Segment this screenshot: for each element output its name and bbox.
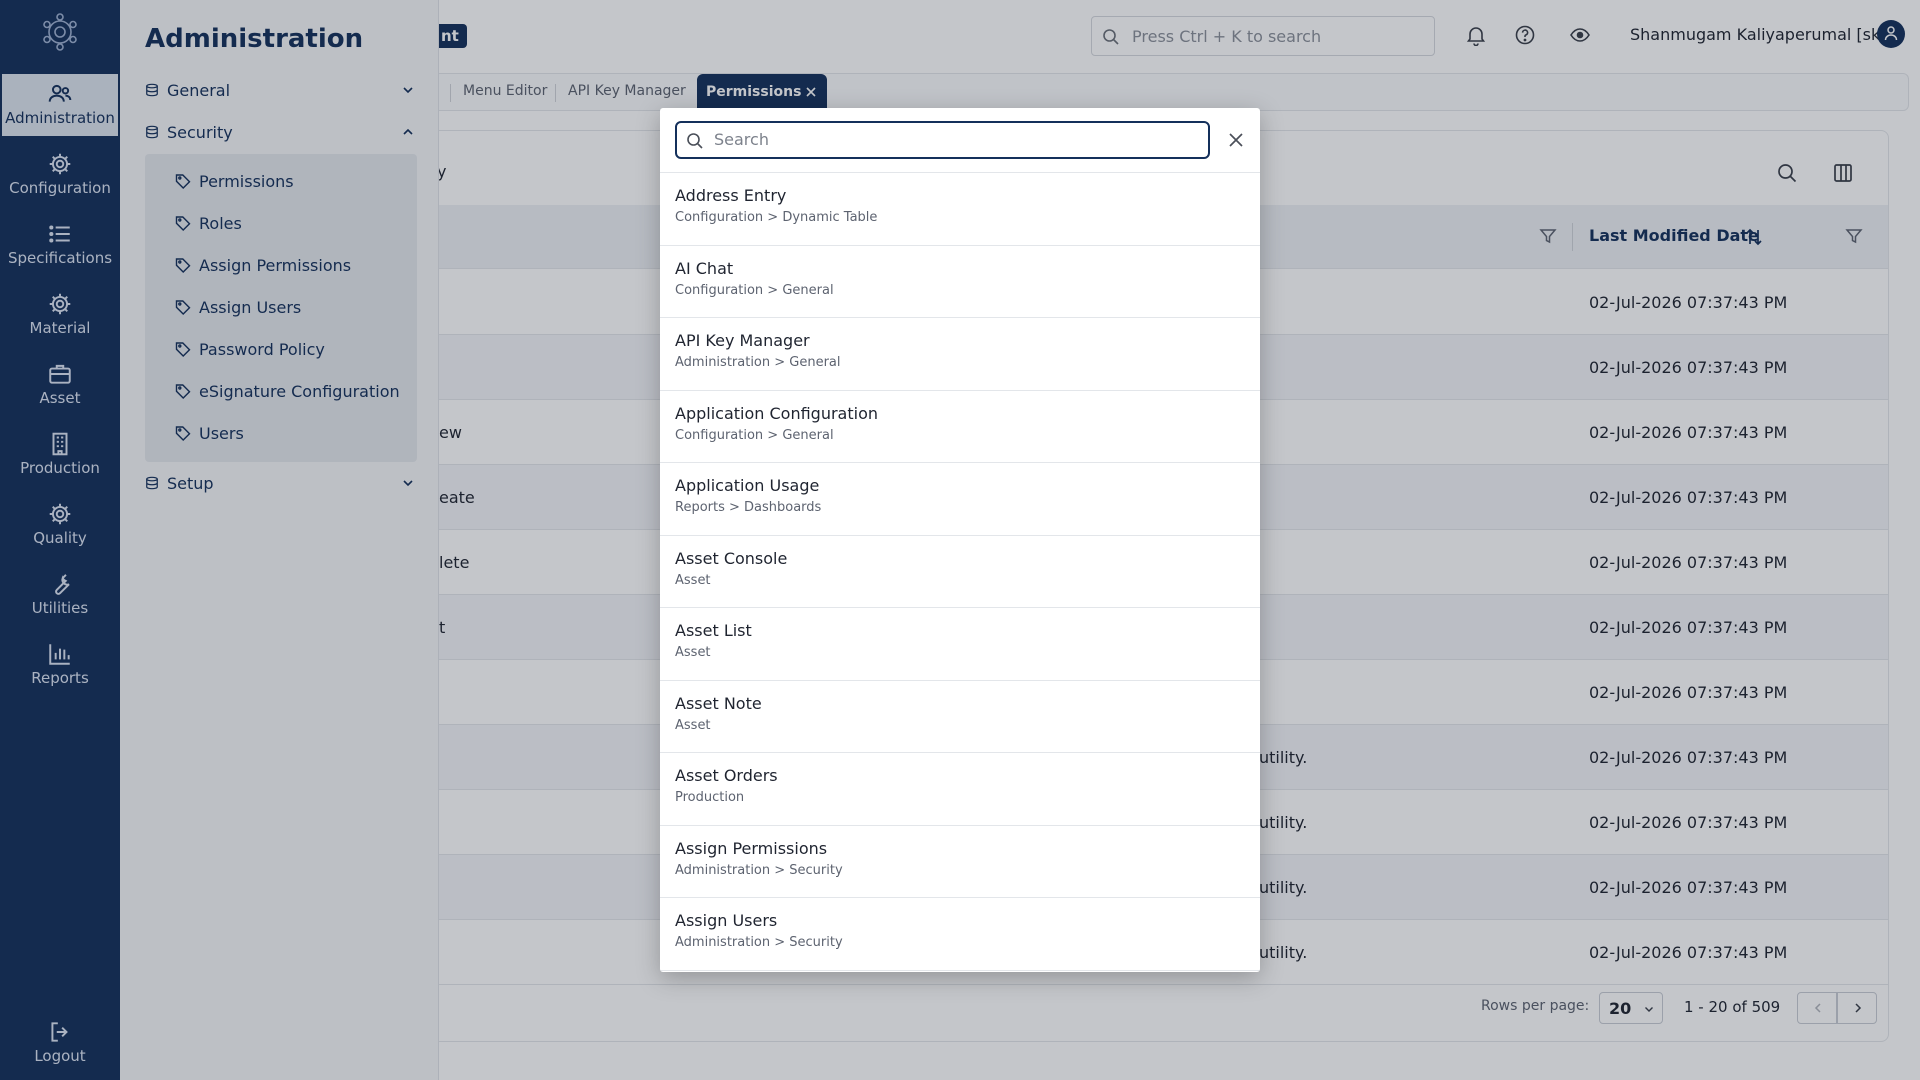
search-results-list: Address Entry Configuration > Dynamic Tab… (660, 172, 1260, 972)
result-path: Asset (675, 572, 711, 588)
search-result-item[interactable]: API Key Manager Administration > General (660, 317, 1260, 390)
search-result-item[interactable]: Asset Console Asset (660, 534, 1260, 608)
search-result-item[interactable]: Asset Orders Production (660, 752, 1260, 825)
result-path: Production (675, 790, 745, 805)
result-path: Administration > General (675, 355, 841, 370)
result-title: Assign Permissions (675, 838, 828, 858)
result-path: Administration > Security (675, 862, 843, 878)
result-title: Asset List (675, 621, 752, 640)
search-result-item[interactable]: AI Chat Configuration > General (660, 244, 1260, 318)
result-title: Asset Note (675, 693, 762, 713)
result-title: Assign Users (675, 911, 778, 930)
search-result-item[interactable]: Asset Note Asset (660, 679, 1260, 753)
search-result-item[interactable] (660, 969, 1260, 973)
result-title: AI Chat (675, 258, 734, 278)
result-title: Asset Console (675, 548, 788, 568)
result-path: Asset (675, 645, 711, 660)
search-icon (687, 133, 703, 149)
result-path: Configuration > Dynamic Table (675, 210, 878, 225)
search-result-item[interactable]: Assign Permissions Administration > Secur… (660, 824, 1260, 898)
search-result-item[interactable]: Address Entry Configuration > Dynamic Tab… (660, 172, 1260, 245)
result-path: Configuration > General (675, 427, 834, 443)
result-path: Reports > Dashboards (675, 500, 822, 515)
result-title: API Key Manager (675, 331, 810, 350)
search-result-item[interactable]: Application Configuration Configuration >… (660, 389, 1260, 463)
result-title: Asset Orders (675, 766, 778, 785)
search-result-item[interactable]: Assign Users Administration > Security (660, 897, 1260, 970)
modal-search-input[interactable]: Search (675, 121, 1210, 159)
result-title: Address Entry (675, 186, 787, 205)
search-modal: Search Address Entry Configuration > Dyna… (660, 108, 1260, 972)
search-result-item[interactable]: Asset List Asset (660, 607, 1260, 680)
result-title: Application Configuration (675, 403, 878, 423)
close-icon[interactable] (1224, 128, 1248, 152)
result-title: Application Usage (675, 476, 820, 495)
modal-search-placeholder: Search (714, 130, 769, 149)
result-path: Asset (675, 717, 711, 733)
result-path: Configuration > General (675, 282, 834, 298)
search-result-item[interactable]: Application Usage Reports > Dashboards (660, 462, 1260, 535)
result-path: Administration > Security (675, 935, 843, 950)
